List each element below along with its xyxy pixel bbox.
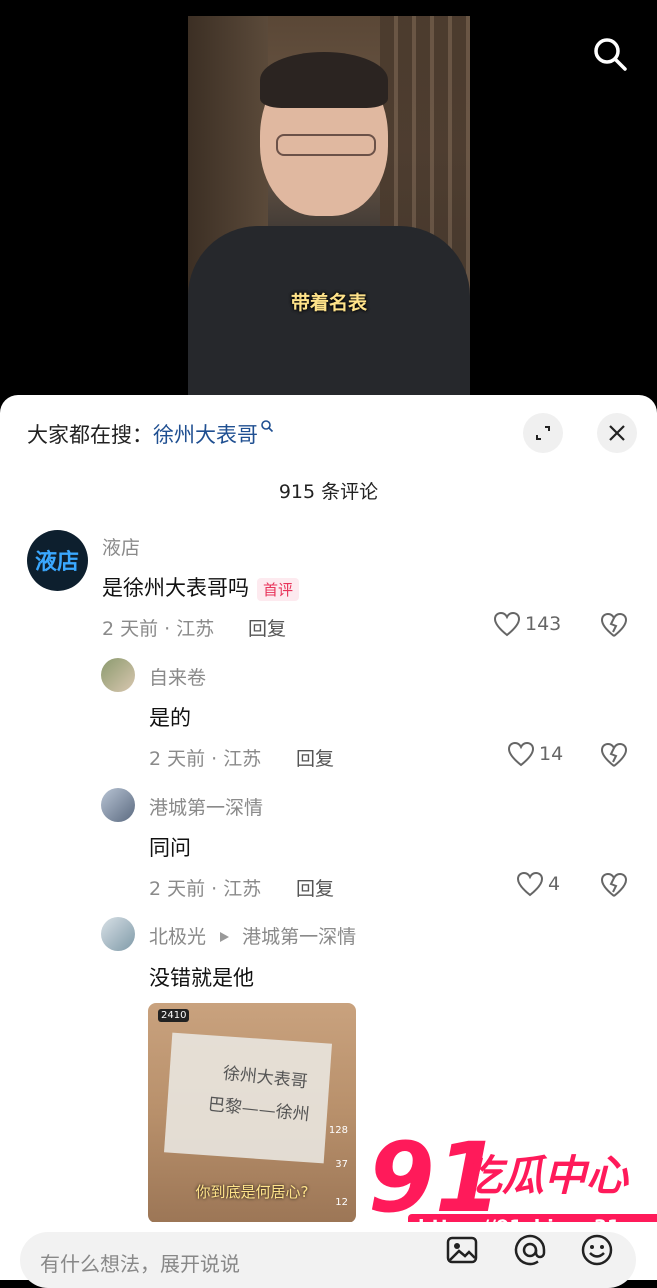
- comment-text: 没错就是他: [149, 966, 254, 990]
- comment-username[interactable]: 港城第一深情: [149, 793, 263, 820]
- comment-image-thumbnail[interactable]: 2410 徐州大表哥 巴黎——徐州 128 37 12 你到底是何居心?: [148, 1003, 356, 1223]
- comment-username-link[interactable]: 北极光: [149, 926, 206, 948]
- like-count: 4: [548, 873, 561, 895]
- thumbnail-comment-count: 37: [335, 1159, 348, 1170]
- comment-text: 是徐州大表哥吗 首评: [102, 572, 300, 602]
- comment-text-content: 是徐州大表哥吗: [102, 576, 249, 600]
- broken-heart-icon: [600, 872, 628, 897]
- dislike-button[interactable]: [600, 872, 628, 902]
- comment-count: 915 条评论: [278, 481, 379, 503]
- reply-arrow-icon: [220, 932, 230, 942]
- comment-username[interactable]: 液店: [102, 533, 140, 560]
- comment-meta: 2 天前 · 江苏: [149, 748, 262, 770]
- comment-meta: 2 天前 · 江苏: [149, 878, 262, 900]
- reply-button[interactable]: 回复: [248, 614, 286, 641]
- avatar[interactable]: 液店: [27, 530, 88, 591]
- reply-button[interactable]: 回复: [296, 874, 334, 901]
- heart-icon: [516, 871, 544, 897]
- avatar[interactable]: [101, 917, 135, 951]
- like-button[interactable]: 14: [507, 741, 563, 767]
- hot-search-keyword[interactable]: 徐州大表哥: [153, 423, 258, 447]
- close-button[interactable]: [597, 413, 637, 453]
- comment-input-placeholder: 有什么想法，展开说说: [40, 1252, 240, 1276]
- comment-meta: 2 天前 · 江苏: [102, 618, 215, 640]
- reply-button[interactable]: 回复: [296, 744, 334, 771]
- hot-search-prefix: 大家都在搜：: [27, 423, 153, 447]
- person-hair: [260, 52, 388, 108]
- comment-username: 北极光 港城第一深情: [149, 922, 356, 949]
- like-button[interactable]: 4: [516, 871, 560, 897]
- like-button[interactable]: 143: [493, 611, 561, 637]
- like-count: 143: [525, 613, 562, 635]
- heart-icon: [493, 611, 521, 637]
- comment-text: 同问: [149, 836, 191, 860]
- search-icon[interactable]: [590, 34, 630, 74]
- like-count: 14: [539, 743, 564, 765]
- close-icon: [609, 425, 625, 441]
- avatar[interactable]: [101, 658, 135, 692]
- small-search-icon: [261, 420, 274, 433]
- comment-username[interactable]: 自来卷: [149, 663, 206, 690]
- broken-heart-icon: [600, 612, 628, 637]
- expand-button[interactable]: [523, 413, 563, 453]
- heart-icon: [507, 741, 535, 767]
- emoji-icon[interactable]: [579, 1232, 615, 1268]
- avatar[interactable]: [101, 788, 135, 822]
- dislike-button[interactable]: [600, 612, 628, 642]
- comment-input-area: 有什么想法，展开说说: [0, 1222, 657, 1288]
- video-subtitle: 带着名表: [290, 292, 367, 314]
- hot-search[interactable]: 大家都在搜：徐州大表哥: [27, 419, 274, 449]
- video-frame: 带着名表: [188, 16, 470, 396]
- glasses: [276, 134, 376, 156]
- mention-icon[interactable]: [512, 1232, 548, 1268]
- watermark-name: 吃瓜中心: [460, 1151, 629, 1200]
- dislike-button[interactable]: [600, 742, 628, 772]
- thumbnail-caption: 你到底是何居心?: [195, 1183, 309, 1201]
- thumbnail-like-count: 128: [328, 1125, 348, 1136]
- reply-target-username[interactable]: 港城第一深情: [242, 926, 356, 948]
- expand-icon: [536, 426, 550, 440]
- image-icon[interactable]: [444, 1232, 480, 1268]
- broken-heart-icon: [600, 742, 628, 767]
- comment-text: 是的: [149, 706, 191, 730]
- video-player[interactable]: 带着名表: [0, 0, 657, 410]
- thumbnail-count-badge: 2410: [158, 1009, 190, 1022]
- first-comment-badge: 首评: [257, 577, 300, 601]
